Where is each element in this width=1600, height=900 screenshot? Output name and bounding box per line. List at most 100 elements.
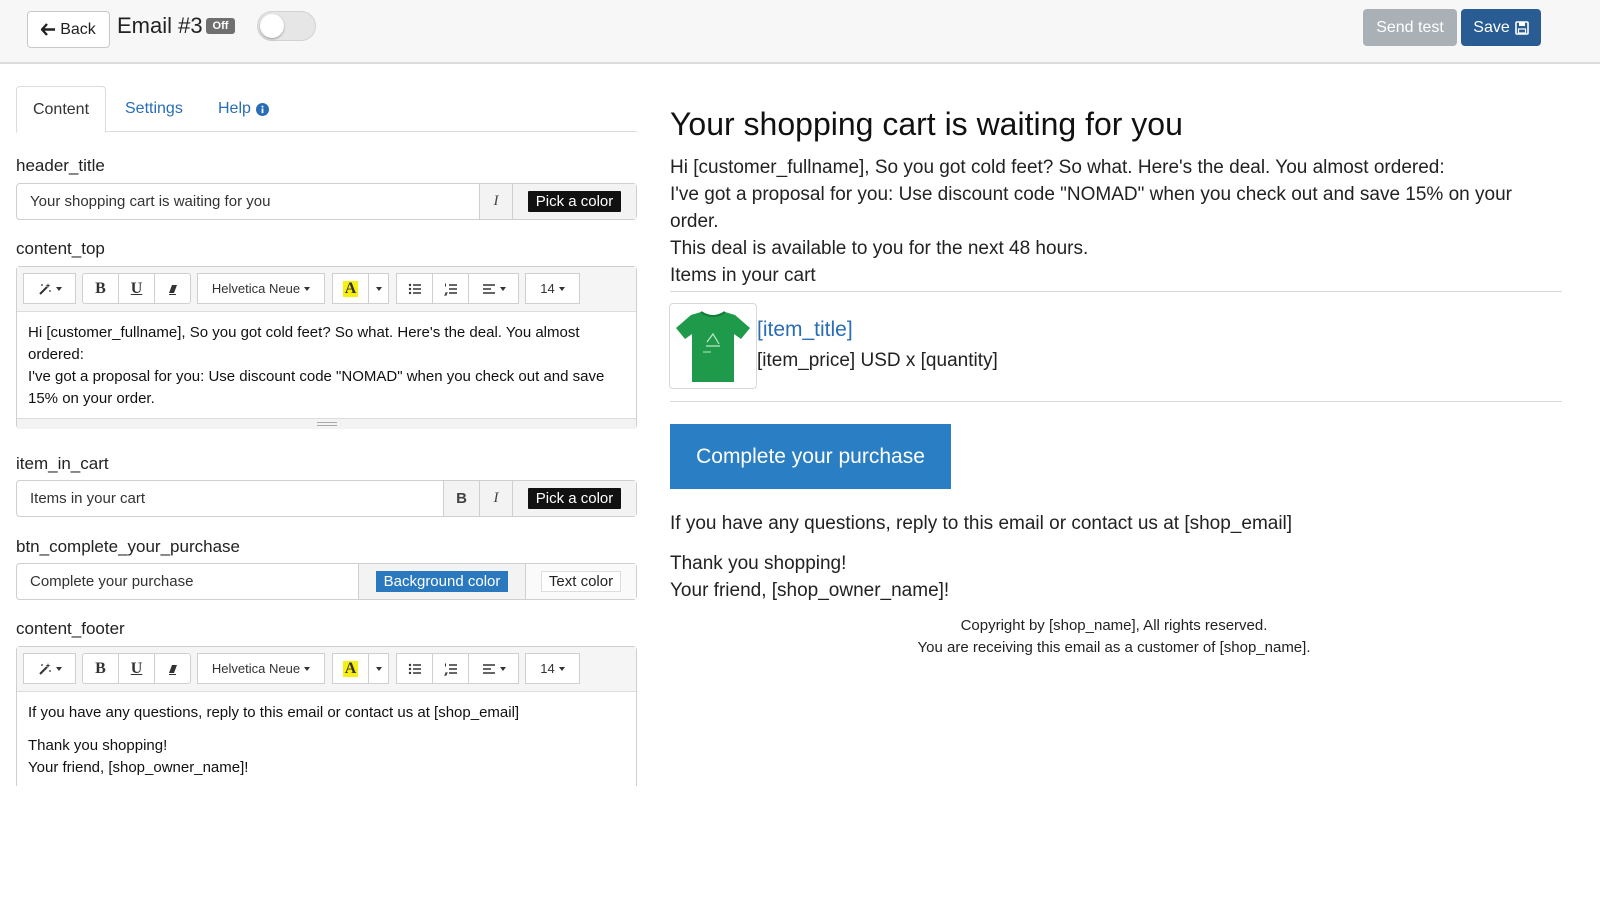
content-top-line: I've got a proposal for you: Use discoun… [28,368,605,407]
font-size-dropdown[interactable]: 14 [525,273,580,304]
paragraph-align-dropdown[interactable] [468,653,519,684]
preview-friend: Your friend, [shop_owner_name]! [670,580,950,601]
content-footer-editor: B U Helvetica Neue A 14 If you have any … [16,646,637,786]
floppy-disk-icon [1514,20,1529,35]
preview-signoff: Thank you shopping! Your friend, [shop_o… [670,550,949,604]
eraser-icon [168,284,177,295]
editor-toolbar: B U Helvetica Neue A 14 [17,267,636,312]
tab-help-label: Help [218,100,251,117]
paragraph-align-dropdown[interactable] [468,273,519,304]
page-title: Email #3 [117,13,203,38]
font-size-value: 14 [540,661,555,676]
send-test-button[interactable]: Send test [1363,9,1457,46]
preview-title: Your shopping cart is waiting for you [670,106,1183,142]
font-size-dropdown[interactable]: 14 [525,653,580,684]
item-price: [item_price] USD x [quantity] [757,350,998,371]
preview-line: This deal is available to you for the ne… [670,238,1089,259]
content-top-line: Hi [customer_fullname], So you got cold … [28,324,580,363]
ordered-list-button[interactable] [432,653,469,684]
item-in-cart-input[interactable] [17,481,443,516]
btn-complete-input[interactable] [17,564,358,599]
editor-resize-handle[interactable] [17,418,636,429]
background-color-picker[interactable]: Background color [358,564,525,599]
font-family-dropdown[interactable]: Helvetica Neue [197,653,325,684]
item-thumbnail [669,303,757,389]
preview-body: Hi [customer_fullname], So you got cold … [670,154,1560,289]
content-top-label: content_top [16,239,105,258]
copyright-line: Copyright by [shop_name], All rights res… [960,617,1268,634]
font-family-value: Helvetica Neue [211,281,301,296]
arrow-left-icon [41,23,56,36]
background-color-label: Background color [375,571,509,592]
content-footer-label: content_footer [16,619,125,638]
underline-button[interactable]: U [118,273,155,304]
btn-complete-label: btn_complete_your_purchase [16,537,240,556]
color-picker-label: Pick a color [527,191,622,212]
back-button-label: Back [60,20,96,38]
tab-settings[interactable]: Settings [125,86,183,132]
content-top-body[interactable]: Hi [customer_fullname], So you got cold … [17,312,636,418]
magic-wand-icon [38,662,51,675]
item-title-link[interactable]: [item_title] [757,318,853,342]
enable-toggle[interactable] [257,11,316,41]
receiving-line: You are receiving this email as a custom… [917,639,1311,656]
back-button[interactable]: Back [27,11,110,48]
clear-format-button[interactable] [154,653,191,684]
numbered-list-icon [443,663,457,675]
header-title-input[interactable] [17,184,479,219]
magic-style-button[interactable] [23,653,76,684]
font-family-value: Helvetica Neue [211,661,301,676]
highlight-a-icon: A [342,659,359,677]
unordered-list-button[interactable] [396,273,433,304]
status-badge: Off [206,18,235,34]
highlight-color-button[interactable]: A [332,273,369,304]
item-in-cart-bold-button[interactable]: B [443,481,479,516]
content-footer-body[interactable]: If you have any questions, reply to this… [17,692,636,789]
content-footer-line: If you have any questions, reply to this… [28,704,520,721]
item-in-cart-group: B I Pick a color [16,480,637,517]
align-left-icon [482,663,495,674]
preview-thanks: Thank you shopping! [670,553,847,574]
top-bar: Back Email #3 Off Send test Save [0,0,1600,64]
preview-line: Items in your cart [670,265,816,286]
ordered-list-button[interactable] [432,273,469,304]
content-top-editor: B U Helvetica Neue A 14 Hi [customer_ful… [16,266,637,429]
color-picker-label: Pick a color [527,488,622,509]
header-title-label: header_title [16,156,105,175]
highlight-color-dropdown[interactable] [368,273,389,304]
bullet-list-icon [408,663,421,674]
highlight-color-dropdown[interactable] [368,653,389,684]
text-color-picker[interactable]: Text color [525,564,636,599]
complete-purchase-button[interactable]: Complete your purchase [670,424,951,489]
underline-button[interactable]: U [118,653,155,684]
content-footer-line: Thank you shopping! [28,737,168,754]
preview-questions: If you have any questions, reply to this… [670,513,1293,534]
bold-button[interactable]: B [82,273,119,304]
preview-divider [670,291,1562,292]
font-family-dropdown[interactable]: Helvetica Neue [197,273,325,304]
magic-style-button[interactable] [23,273,76,304]
clear-format-button[interactable] [154,273,191,304]
align-left-icon [482,283,495,294]
header-title-color-picker[interactable]: Pick a color [512,184,636,219]
unordered-list-button[interactable] [396,653,433,684]
item-in-cart-color-picker[interactable]: Pick a color [512,481,636,516]
numbered-list-icon [443,283,457,295]
save-button[interactable]: Save [1461,9,1541,46]
text-color-label: Text color [540,571,622,592]
bold-button[interactable]: B [82,653,119,684]
header-title-group: I Pick a color [16,183,637,220]
header-title-italic-button[interactable]: I [479,184,512,219]
preview-divider [670,401,1562,402]
btn-complete-group: Background color Text color [16,563,637,600]
tshirt-icon [676,311,750,382]
tab-content[interactable]: Content [16,86,106,133]
editor-toolbar: B U Helvetica Neue A 14 [17,647,636,692]
eraser-icon [168,664,177,675]
tab-help[interactable]: Help [218,86,269,132]
toggle-knob [260,14,284,38]
highlight-a-icon: A [342,279,359,297]
bullet-list-icon [408,283,421,294]
highlight-color-button[interactable]: A [332,653,369,684]
item-in-cart-italic-button[interactable]: I [479,481,512,516]
